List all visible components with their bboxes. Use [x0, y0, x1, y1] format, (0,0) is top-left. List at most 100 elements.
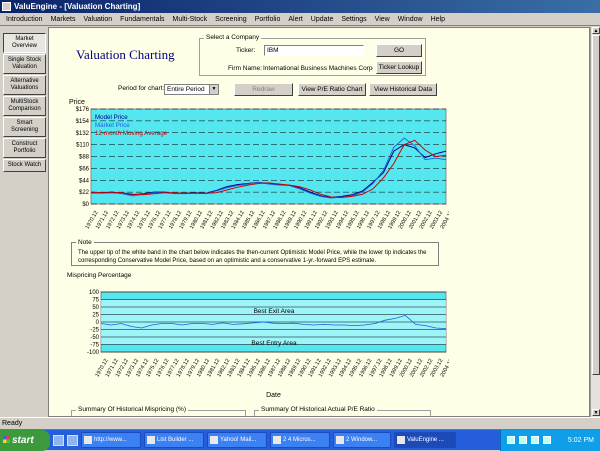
- ticker-label: Ticker:: [236, 47, 256, 54]
- taskbar-item[interactable]: List Builder ...: [144, 432, 204, 448]
- legend-entry: Market Price: [95, 122, 130, 129]
- sidebar-item-smart-screening[interactable]: Smart Screening: [3, 117, 46, 137]
- scroll-up-icon[interactable]: ▲: [592, 27, 600, 34]
- ticker-input[interactable]: IBM: [264, 45, 364, 56]
- mispricing-chart-svg: -100-75-50-2502550751001970.121971.12197…: [87, 290, 455, 399]
- y-tick-label: $0: [82, 202, 89, 208]
- view-historical-data-button[interactable]: View Historical Data: [369, 83, 437, 96]
- y-tick-label: 50: [92, 305, 99, 311]
- company-group: Select a Company Ticker: IBM Firm Name: …: [199, 34, 426, 76]
- windows-logo-icon: [3, 435, 10, 443]
- app-icon: [2, 2, 11, 11]
- y-tick-label: 100: [89, 290, 100, 296]
- period-label: Period for chart:: [118, 85, 165, 92]
- go-button[interactable]: GO: [376, 44, 422, 57]
- y-tick-label: $132: [76, 131, 90, 137]
- sidebar: Market Overview Single Stock Valuation A…: [0, 27, 48, 417]
- taskbar-item[interactable]: http://www...: [81, 432, 141, 448]
- y-tick-label: -75: [90, 343, 99, 349]
- scroll-down-icon[interactable]: ▼: [592, 409, 600, 416]
- legend-entry: 12-month Moving Average: [95, 130, 168, 137]
- y-tick-label: 75: [92, 298, 99, 304]
- summary-pe-group: Summary Of Historical Actual P/E Ratio: [254, 406, 431, 416]
- mispricing-label: Mispricing Percentage: [67, 272, 132, 279]
- chevron-down-icon[interactable]: ▼: [209, 85, 218, 94]
- period-select-value: Entire Period: [167, 86, 205, 93]
- redraw-button[interactable]: Redraw: [234, 83, 293, 96]
- y-tick-label: $44: [79, 178, 90, 184]
- valuengine-icon: [397, 436, 405, 444]
- sidebar-item-single-stock-valuation[interactable]: Single Stock Valuation: [3, 54, 46, 74]
- title-bar: ValuEngine - [Valuation Charting]: [0, 0, 600, 13]
- taskbar-item[interactable]: 2 Window...: [333, 432, 391, 448]
- main-panel: Valuation Charting Select a Company Tick…: [48, 27, 590, 417]
- quicklaunch-icon[interactable]: [53, 434, 64, 446]
- quicklaunch-icon[interactable]: [67, 434, 78, 446]
- price-chart: $0 $22 $44 $66 $88 $110 $132 $154 $176 1970.12 197…: [49, 96, 455, 266]
- menu-valuation[interactable]: Valuation: [80, 13, 117, 26]
- mail-icon: [210, 436, 218, 444]
- ticker-lookup-button[interactable]: Ticker Lookup: [376, 61, 422, 74]
- y-tick-label: $22: [79, 190, 90, 196]
- mispricing-chart: -100 -75 -50 -25 0 25 50 75 100 1970.12 1971.12 197…: [49, 280, 455, 400]
- taskbar-item[interactable]: 2 4 Micros...: [270, 432, 330, 448]
- price-chart-svg: $0$22$44$66$88$110$132$154$1761970.12197…: [69, 99, 455, 264]
- menu-help[interactable]: Help: [427, 13, 449, 26]
- tray-icon[interactable]: [519, 436, 527, 444]
- vertical-scrollbar[interactable]: ▲ ▼: [590, 27, 600, 417]
- sidebar-item-multistock-comparison[interactable]: MultiStock Comparison: [3, 96, 46, 116]
- menu-fundamentals[interactable]: Fundamentals: [116, 13, 168, 26]
- menu-portfolio[interactable]: Portfolio: [251, 13, 285, 26]
- y-axis-label: Price: [69, 99, 85, 106]
- menu-update[interactable]: Update: [307, 13, 338, 26]
- tray-icon[interactable]: [531, 436, 539, 444]
- browser-icon: [84, 436, 92, 444]
- summary-pe-label: Summary Of Historical Actual P/E Ratio: [259, 406, 377, 413]
- system-tray: 5:02 PM: [500, 430, 600, 451]
- menu-introduction[interactable]: Introduction: [2, 13, 47, 26]
- y-tick-label: 0: [96, 320, 100, 326]
- scroll-thumb[interactable]: [592, 35, 600, 375]
- taskbar-item-active[interactable]: ValuEngine ...: [394, 432, 456, 448]
- page-title: Valuation Charting: [76, 47, 175, 62]
- sidebar-item-stock-watch[interactable]: Stock Watch: [3, 159, 46, 172]
- y-tick-label: -50: [90, 335, 99, 341]
- taskbar-item[interactable]: Yahoo! Mail...: [207, 432, 267, 448]
- sidebar-item-alternative-valuations[interactable]: Alternative Valuations: [3, 75, 46, 95]
- y-tick-label: $66: [79, 166, 90, 172]
- folder-icon: [336, 436, 344, 444]
- y-tick-label: -100: [87, 350, 100, 356]
- summary-mispricing-group: Summary Of Historical Mispricing (%): [71, 406, 246, 416]
- x-axis-label: Date: [266, 392, 281, 399]
- sidebar-item-market-overview[interactable]: Market Overview: [3, 33, 46, 53]
- y-tick-label: 25: [92, 313, 99, 319]
- sidebar-item-construct-portfolio[interactable]: Construct Portfolio: [3, 138, 46, 158]
- best-exit-area-label: Best Exit Area: [254, 308, 295, 315]
- company-group-label: Select a Company: [204, 34, 262, 41]
- window-title: ValuEngine - [Valuation Charting]: [14, 2, 141, 11]
- clock: 5:02 PM: [567, 437, 594, 444]
- firm-name-label: Firm Name:: [228, 65, 262, 72]
- tray-icon[interactable]: [543, 436, 551, 444]
- y-tick-label: -25: [90, 328, 99, 334]
- menu-screening[interactable]: Screening: [211, 13, 251, 26]
- view-pe-ratio-chart-button[interactable]: View P/E Ratio Chart: [298, 83, 366, 96]
- status-bar: Ready: [0, 417, 600, 429]
- period-select[interactable]: Entire Period ▼: [164, 84, 219, 95]
- note-label: Note: [76, 239, 94, 247]
- start-label: start: [12, 434, 34, 446]
- y-tick-label: $176: [76, 107, 90, 113]
- start-button[interactable]: start: [0, 429, 50, 451]
- menu-multi-stock[interactable]: Multi-Stock: [169, 13, 212, 26]
- status-text: Ready: [2, 420, 23, 427]
- browser-icon: [147, 436, 155, 444]
- menu-view[interactable]: View: [371, 13, 394, 26]
- tray-icon[interactable]: [507, 436, 515, 444]
- menu-window[interactable]: Window: [394, 13, 427, 26]
- menu-markets[interactable]: Markets: [47, 13, 80, 26]
- firm-name-value: International Business Machines Corporat…: [263, 65, 373, 72]
- y-tick-label: $88: [79, 155, 90, 161]
- menu-settings[interactable]: Settings: [337, 13, 370, 26]
- taskbar: start http://www... List Builder ... Yah…: [0, 429, 600, 451]
- menu-alert[interactable]: Alert: [284, 13, 306, 26]
